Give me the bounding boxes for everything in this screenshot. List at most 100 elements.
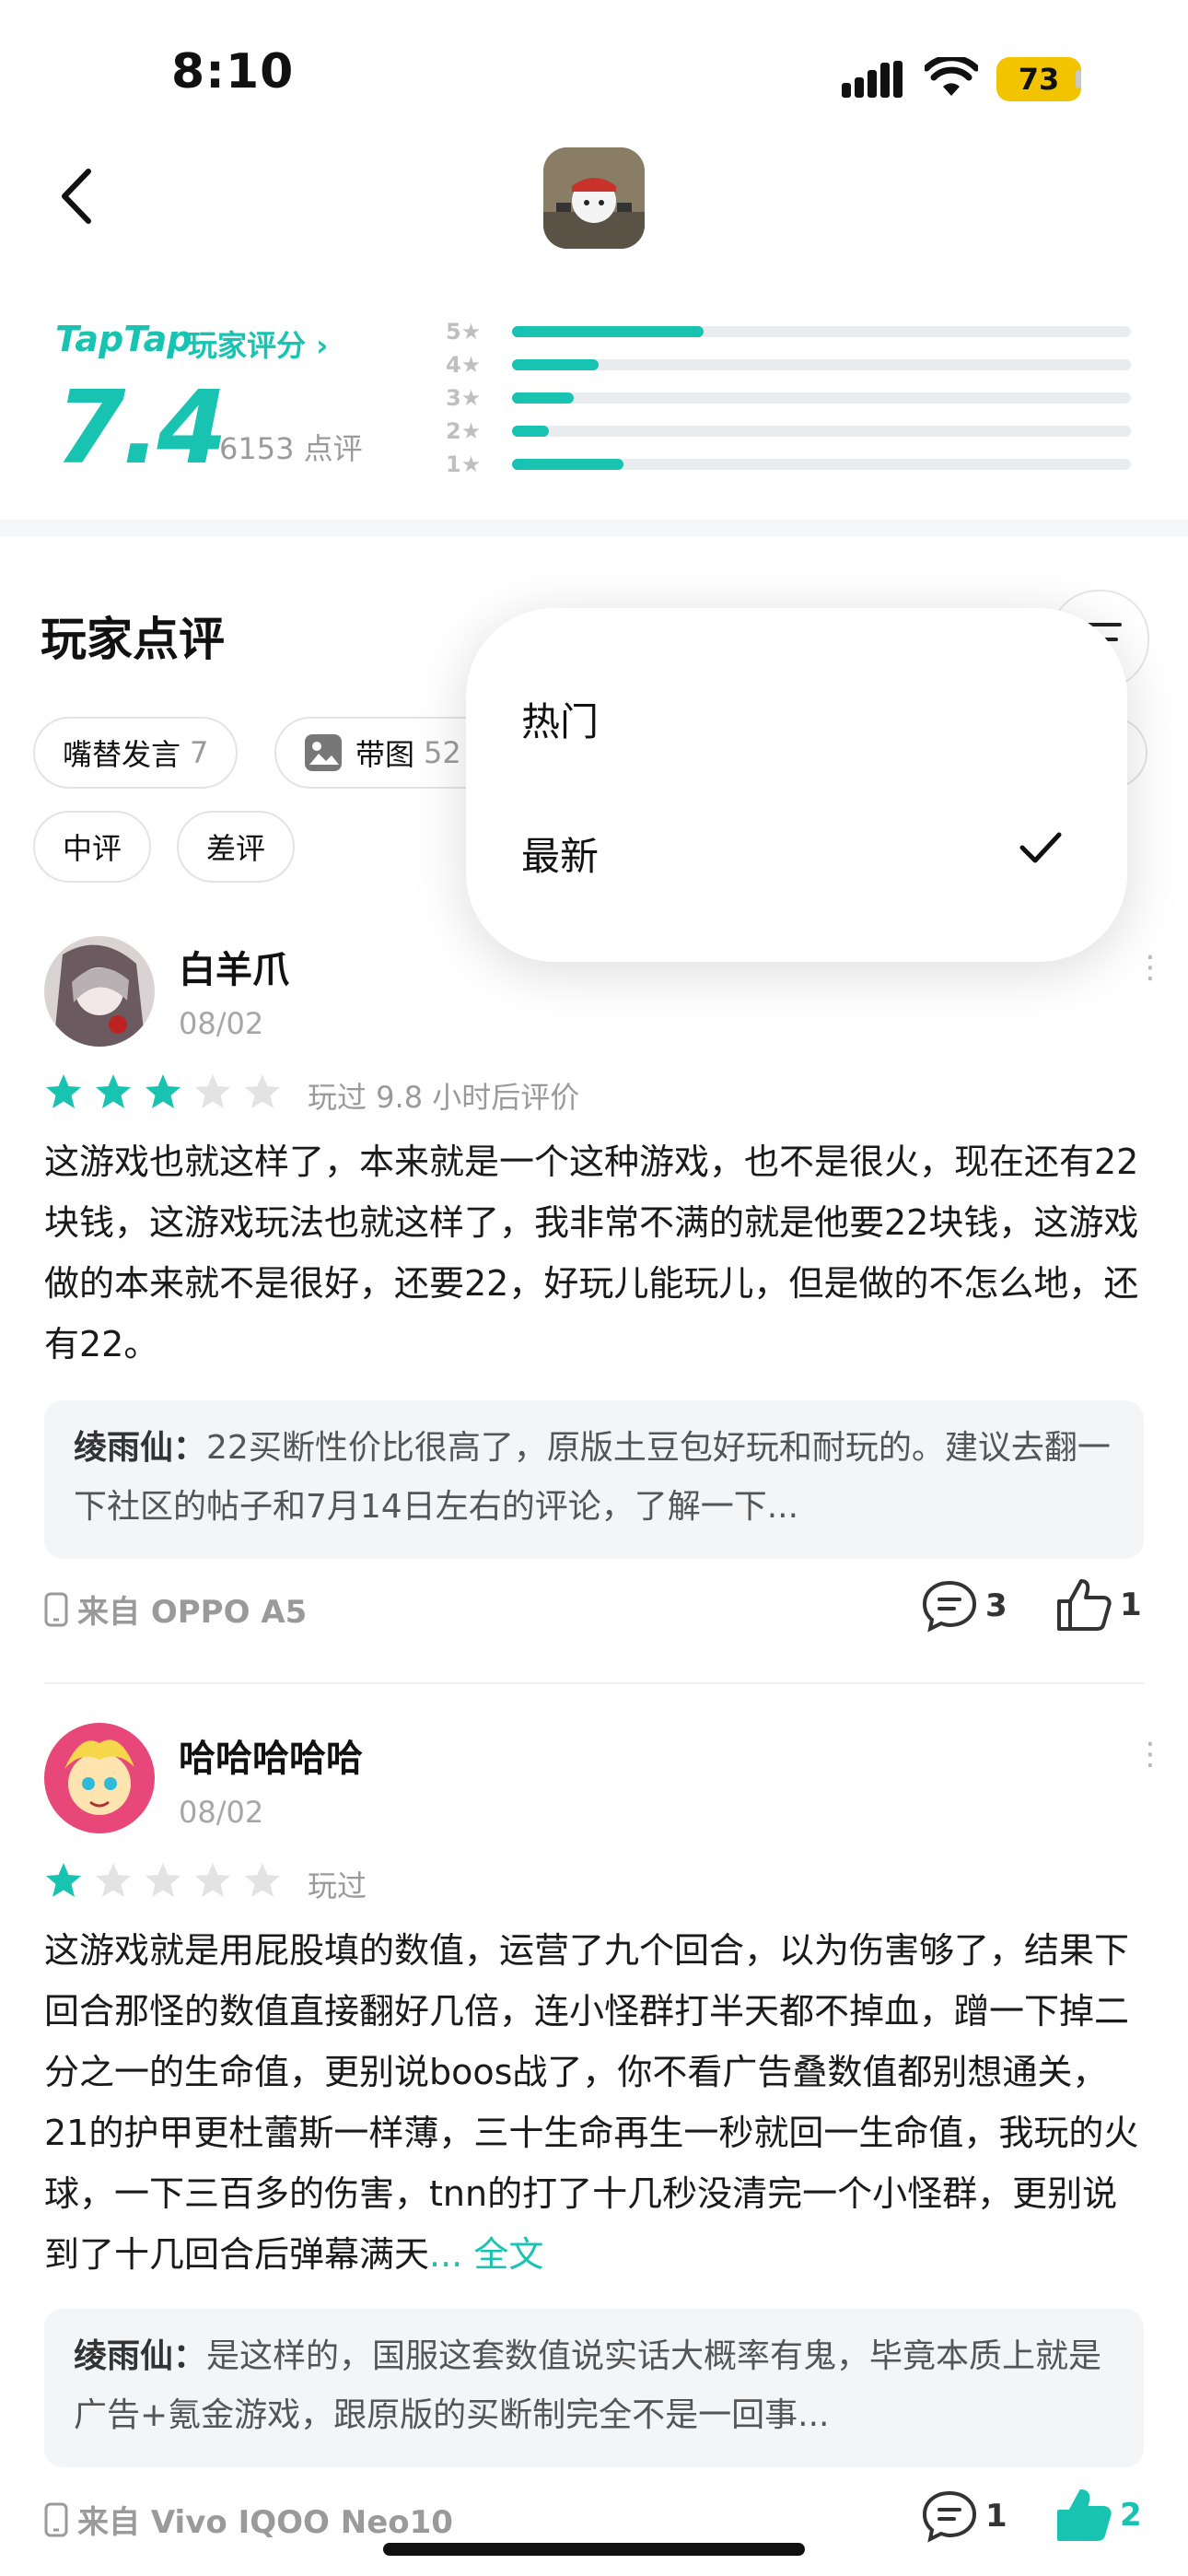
section-divider — [0, 520, 1188, 536]
comment-button[interactable]: 1 — [921, 2489, 1007, 2543]
image-icon — [304, 733, 343, 772]
chip-label: 差评 — [206, 831, 266, 866]
star-icon — [94, 1861, 133, 1903]
star-icon — [44, 1861, 83, 1903]
rating-bar-label: 2★ — [446, 418, 482, 444]
reply-user: 绫雨仙： — [74, 1429, 207, 1467]
review-text[interactable]: 这游戏就是用屁股填的数值，运营了九个回合，以为伤害够了，结果下回合那怪的数值直接… — [44, 1920, 1149, 2285]
review-reply[interactable]: 绫雨仙：是这样的，国服这套数值说实话大概率有鬼，毕竟本质上就是广告+氪金游戏，跟… — [44, 2309, 1144, 2467]
rating-distribution: 5★ 4★ 3★ 2★ 1★ — [446, 315, 1135, 481]
rating-score: 7.4 — [55, 369, 227, 486]
review-separator — [44, 1682, 1144, 1684]
rating-label-link[interactable]: 玩家评分 › — [188, 322, 328, 365]
signal-icon — [842, 61, 904, 101]
review-playtime: 玩过 9.8 小时后评价 — [308, 1080, 580, 1115]
rating-bar-row: 3★ — [446, 381, 1135, 415]
rating-bar-label: 4★ — [446, 352, 482, 378]
like-count: 1 — [1120, 1587, 1142, 1623]
check-icon — [1019, 829, 1063, 870]
star-icon — [44, 1072, 83, 1115]
expand-full-text-link[interactable]: ... 全文 — [429, 2234, 543, 2275]
review-username[interactable]: 哈哈哈哈哈 — [179, 1728, 363, 1782]
rating-bar-track — [512, 426, 1131, 437]
review-count: 6153 点评 — [219, 431, 363, 466]
reply-text: 是这样的，国服这套数值说实话大概率有鬼，毕竟本质上就是广告+氪金游戏，跟原版的买… — [74, 2337, 1102, 2434]
battery-indicator: 73 — [996, 57, 1081, 101]
device-label: 来自 Vivo IQOO Neo10 — [77, 2504, 453, 2541]
rating-bar-track — [512, 392, 1131, 404]
wifi-icon — [923, 54, 980, 101]
home-indicator — [383, 2543, 805, 2556]
review-stars — [44, 1861, 282, 1903]
rating-bar-label: 5★ — [446, 319, 482, 345]
more-icon[interactable]: ⋮ — [1135, 949, 1166, 986]
star-icon — [94, 1072, 133, 1115]
rating-bar-row: 4★ — [446, 348, 1135, 381]
chip-label: 嘴替发言 — [63, 737, 181, 772]
review-device: 来自 OPPO A5 — [44, 1587, 307, 1632]
rating-bar-label: 3★ — [446, 385, 482, 411]
chip-label: 中评 — [63, 831, 122, 866]
comment-button[interactable]: 3 — [921, 1579, 1007, 1633]
back-arrow-icon — [62, 169, 91, 224]
star-icon — [193, 1072, 232, 1115]
rating-bar-track — [512, 326, 1131, 337]
rating-bar-fill — [512, 359, 600, 370]
chip-quote[interactable]: 嘴替发言 7 — [33, 717, 239, 789]
star-icon — [243, 1861, 282, 1903]
review-device: 来自 Vivo IQOO Neo10 — [44, 2497, 453, 2542]
phone-icon — [44, 1592, 68, 1626]
rating-bar-label: 1★ — [446, 451, 482, 477]
sort-dropdown: 热门 最新 — [466, 608, 1127, 962]
star-icon — [144, 1861, 182, 1903]
app-icon[interactable] — [543, 147, 645, 249]
chip-negative[interactable]: 差评 — [177, 811, 296, 883]
chip-count: 52 — [424, 735, 461, 770]
avatar[interactable] — [44, 1723, 155, 1833]
rating-bar-fill — [512, 426, 550, 437]
rating-bar-track — [512, 459, 1131, 470]
star-icon — [193, 1861, 232, 1903]
like-icon — [1057, 2489, 1112, 2541]
rating-bar-track — [512, 359, 1131, 370]
comment-icon — [922, 2490, 977, 2543]
reply-text: 22买断性价比很高了，原版土豆包好玩和耐玩的。建议去翻一下社区的帖子和7月14日… — [74, 1429, 1111, 1526]
section-title: 玩家点评 — [41, 613, 225, 666]
review-text[interactable]: 这游戏也就这样了，本来就是一个这种游戏，也不是很火，现在还有22块钱，这游戏玩法… — [44, 1131, 1149, 1375]
chip-neutral[interactable]: 中评 — [33, 811, 152, 883]
comment-count: 3 — [985, 1587, 1007, 1624]
review-text-content: 这游戏就是用屁股填的数值，运营了九个回合，以为伤害够了，结果下回合那怪的数值直接… — [44, 1930, 1139, 2275]
more-icon[interactable]: ⋮ — [1135, 1736, 1166, 1773]
review-date: 08/02 — [179, 1795, 264, 1830]
rating-bar-fill — [512, 459, 623, 470]
like-button[interactable]: 2 — [1055, 2488, 1142, 2543]
rating-bar-row: 5★ — [446, 315, 1135, 348]
device-label: 来自 OPPO A5 — [77, 1594, 308, 1631]
review-reply[interactable]: 绫雨仙：22买断性价比很高了，原版土豆包好玩和耐玩的。建议去翻一下社区的帖子和7… — [44, 1400, 1144, 1559]
like-button[interactable]: 1 — [1055, 1577, 1142, 1633]
back-button[interactable] — [55, 166, 98, 230]
review-username[interactable]: 白羊爪 — [179, 940, 289, 993]
star-icon — [144, 1072, 182, 1115]
status-time: 8:10 — [171, 44, 295, 100]
phone-icon — [44, 2502, 68, 2536]
battery-tip — [1076, 70, 1081, 88]
taptap-logo: TapTap — [55, 319, 192, 359]
like-icon — [1057, 1579, 1112, 1631]
rating-bar-fill — [512, 392, 575, 404]
reply-user: 绫雨仙： — [74, 2337, 207, 2375]
sort-option-hot[interactable]: 热门 — [521, 691, 599, 747]
review-date: 08/02 — [179, 1006, 264, 1041]
star-icon — [243, 1072, 282, 1115]
sort-option-latest[interactable]: 最新 — [521, 825, 599, 882]
review-stars — [44, 1072, 282, 1115]
chip-label: 带图 — [355, 737, 415, 772]
like-count: 2 — [1120, 2497, 1142, 2534]
rating-bar-row: 2★ — [446, 415, 1135, 448]
avatar[interactable] — [44, 936, 155, 1047]
chip-count: 7 — [190, 735, 209, 770]
comment-icon — [922, 1580, 977, 1633]
rating-bar-row: 1★ — [446, 448, 1135, 481]
rating-bar-fill — [512, 326, 705, 337]
comment-count: 1 — [985, 2498, 1007, 2535]
